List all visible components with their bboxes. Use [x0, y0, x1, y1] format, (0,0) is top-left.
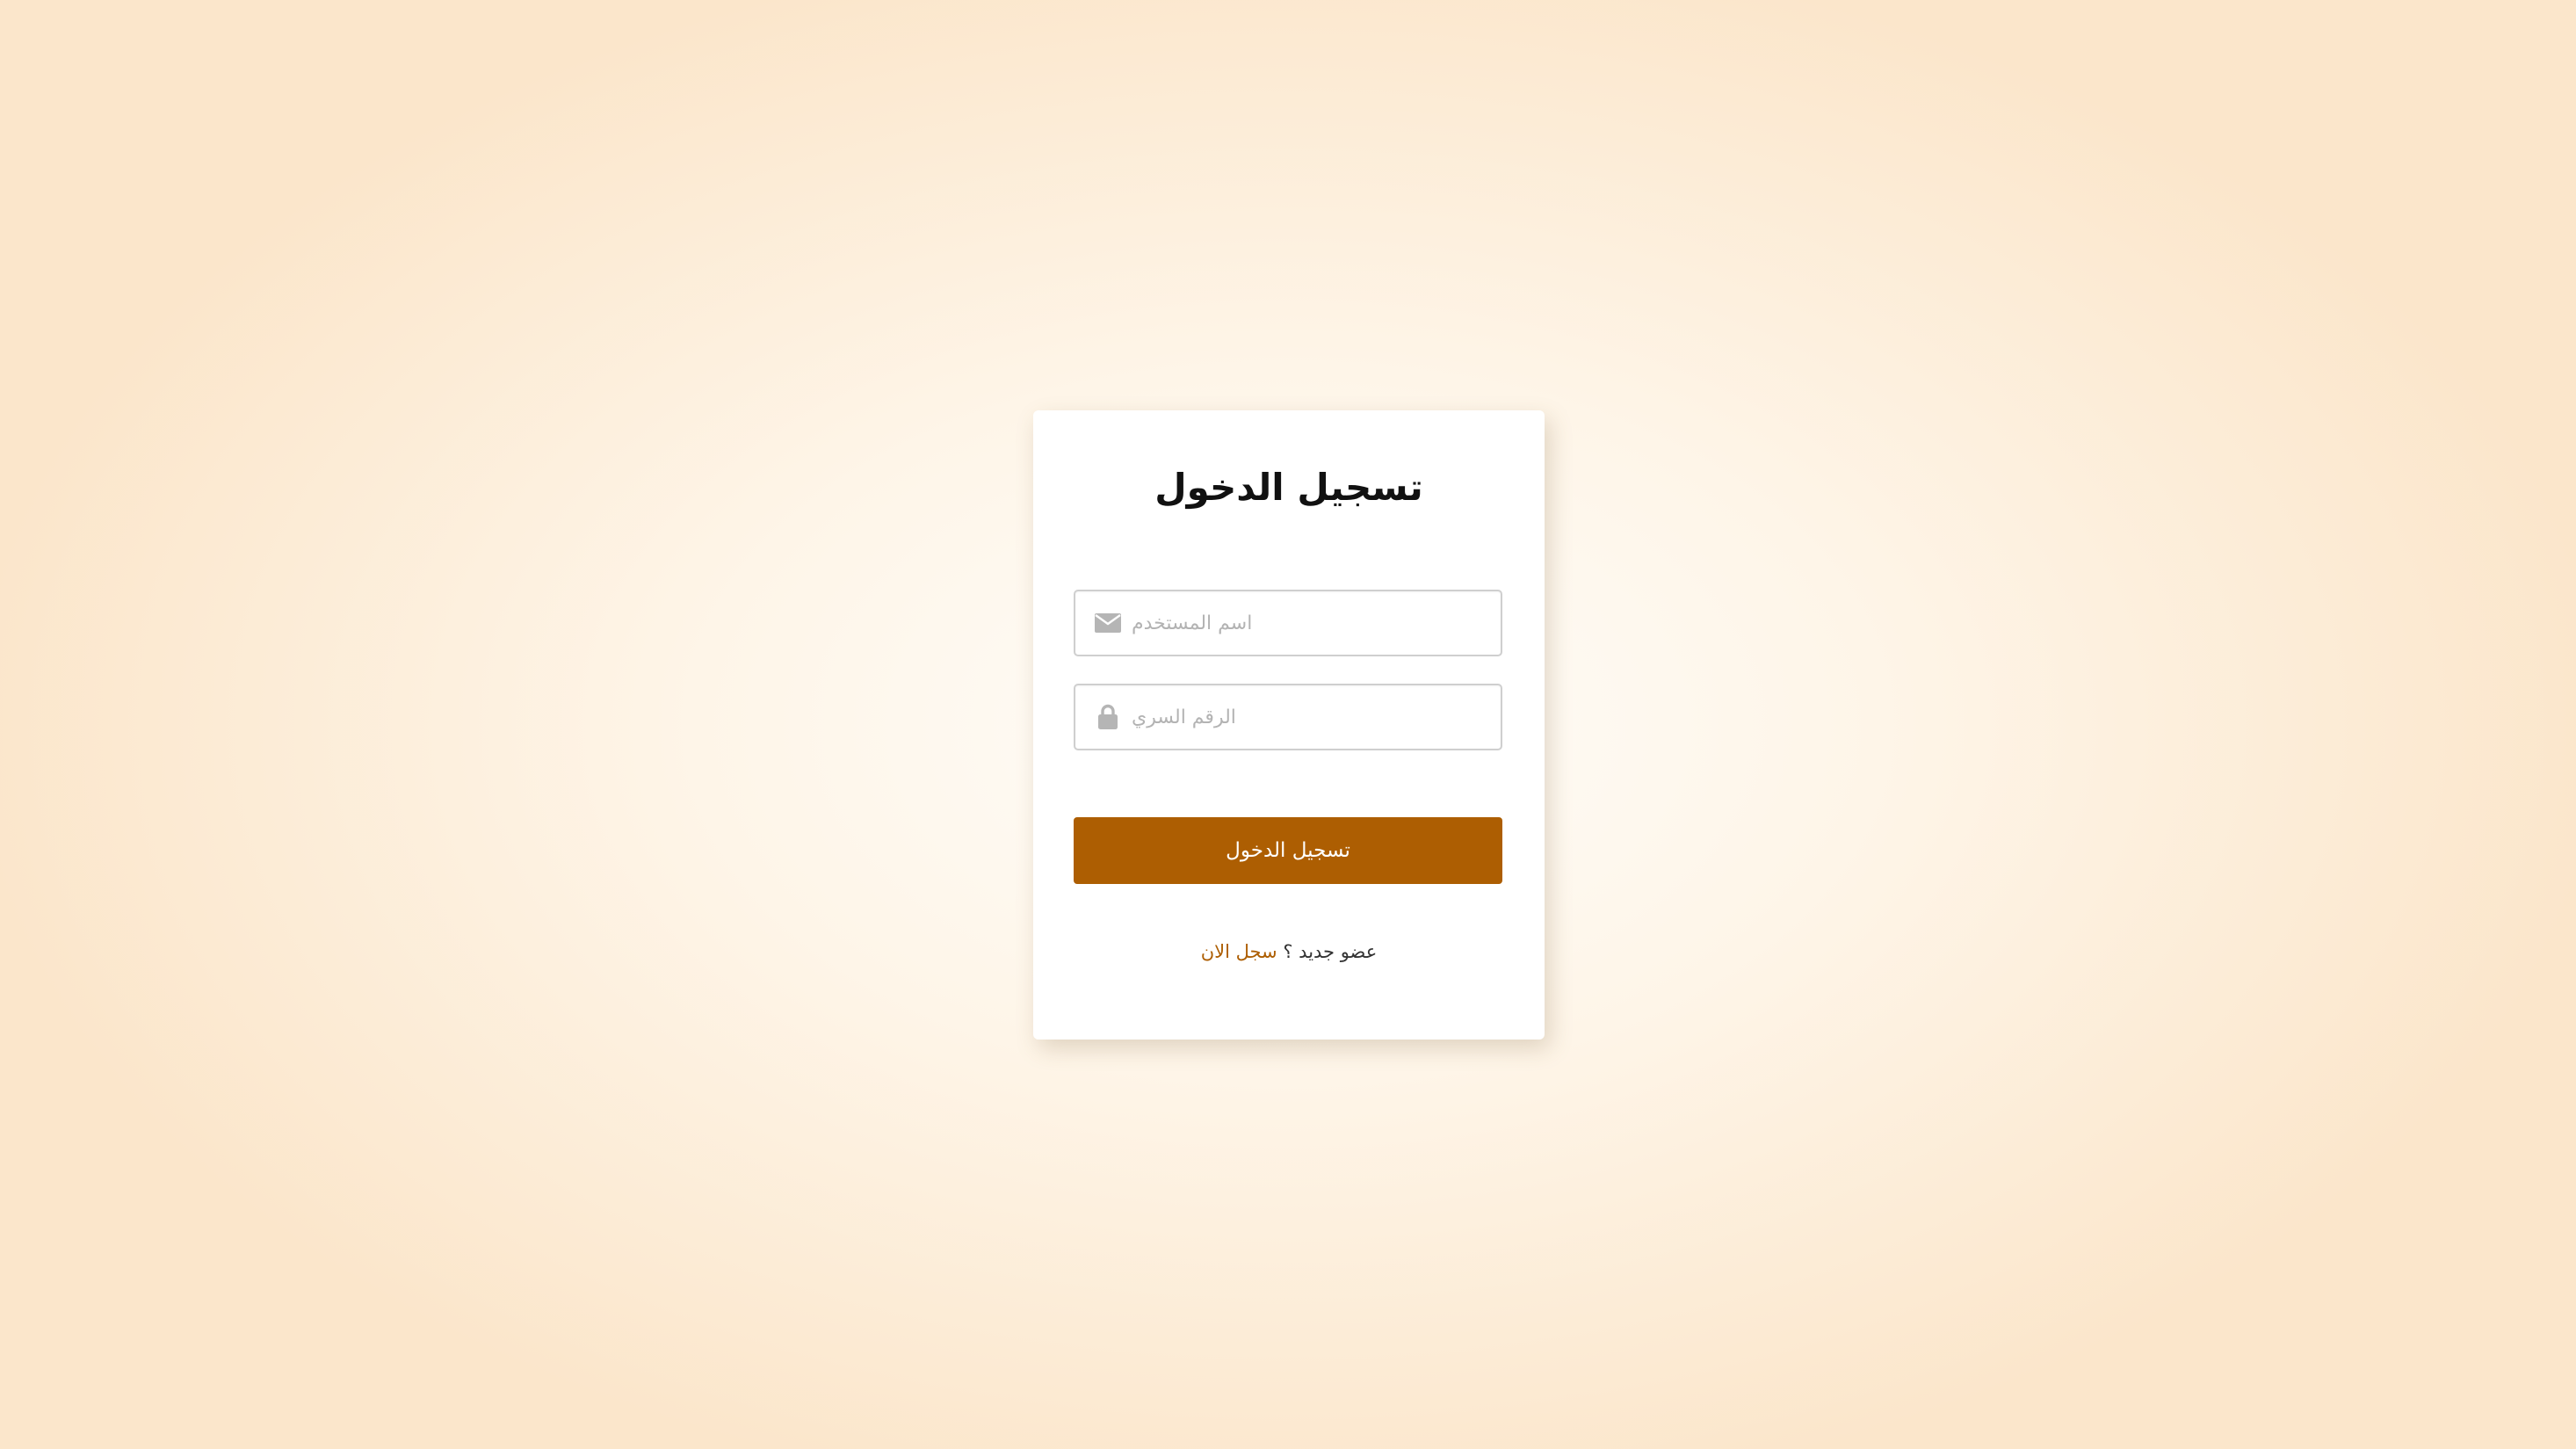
- username-field[interactable]: [1074, 590, 1502, 656]
- password-input[interactable]: [1132, 685, 1483, 749]
- envelope-icon: [1093, 591, 1123, 655]
- register-link[interactable]: سجل الان: [1201, 941, 1277, 962]
- page-title: تسجيل الدخول: [1154, 466, 1423, 509]
- password-field[interactable]: [1074, 684, 1502, 750]
- login-card: تسجيل الدخول تسجيل الدخول عضو جديد ؟ سجل…: [1033, 410, 1545, 1040]
- username-input[interactable]: [1132, 591, 1483, 655]
- register-prompt: عضو جديد ؟ سجل الان: [1033, 939, 1545, 964]
- lock-icon: [1093, 685, 1123, 749]
- login-button[interactable]: تسجيل الدخول: [1074, 817, 1502, 884]
- register-prompt-text: عضو جديد ؟: [1283, 941, 1378, 962]
